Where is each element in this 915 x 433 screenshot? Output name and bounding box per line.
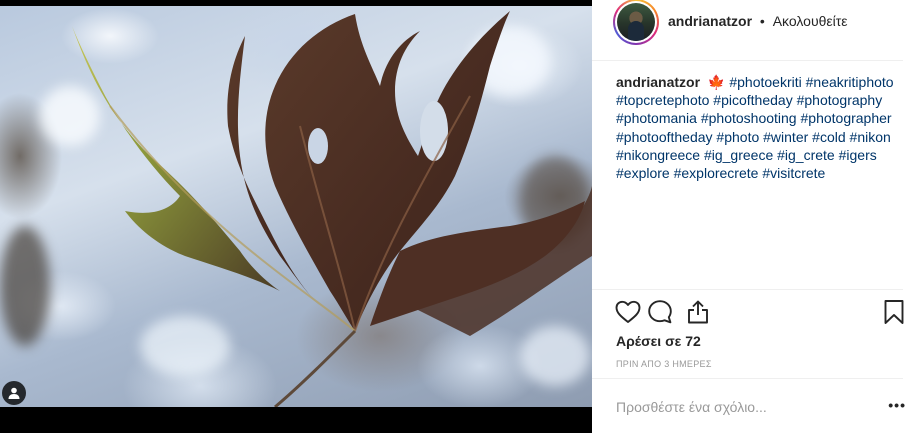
comment-icon bbox=[648, 300, 672, 324]
share-button[interactable] bbox=[684, 298, 712, 326]
comment-form: ••• bbox=[616, 392, 906, 422]
user-tag-button[interactable] bbox=[2, 381, 26, 405]
heart-icon bbox=[615, 300, 641, 323]
header-text: andrianatzor • Ακολουθείτε bbox=[668, 13, 848, 29]
post-photo[interactable] bbox=[0, 6, 592, 407]
hashtag-link[interactable]: #explorecrete bbox=[674, 165, 759, 181]
hashtag-link[interactable]: #photomania bbox=[616, 110, 697, 126]
comment-divider bbox=[592, 378, 903, 379]
avatar[interactable] bbox=[617, 3, 655, 41]
hashtag-link[interactable]: #photo bbox=[716, 129, 759, 145]
hashtag-list: #photoekriti #neakritiphoto #topcretepho… bbox=[616, 74, 894, 181]
share-icon bbox=[688, 300, 708, 324]
hashtag-link[interactable]: #ig_greece bbox=[704, 147, 773, 163]
post-photo-frame bbox=[0, 0, 592, 433]
hashtag-link[interactable]: #winter bbox=[763, 129, 808, 145]
hashtag-link[interactable]: #igers bbox=[839, 147, 877, 163]
hashtag-link[interactable]: #picoftheday bbox=[713, 92, 792, 108]
hashtag-link[interactable]: #explore bbox=[616, 165, 670, 181]
hashtag-link[interactable]: #photography bbox=[797, 92, 883, 108]
post-caption: andrianatzor 🍁 #photoekriti #neakritiphot… bbox=[616, 73, 908, 182]
hashtag-link[interactable]: #neakritiphoto bbox=[806, 74, 894, 90]
hashtag-link[interactable]: #nikongreece bbox=[616, 147, 700, 163]
likes-count-link[interactable]: Αρέσει σε 72 bbox=[616, 333, 701, 349]
hashtag-link[interactable]: #nikon bbox=[850, 129, 891, 145]
post-header: andrianatzor • Ακολουθείτε bbox=[592, 0, 915, 45]
save-button[interactable] bbox=[880, 298, 908, 326]
more-options-button[interactable]: ••• bbox=[888, 397, 906, 413]
like-button[interactable] bbox=[614, 298, 642, 326]
post-timestamp[interactable]: ΠΡΙΝ ΑΠΟ 3 ΗΜΕΡΕΣ bbox=[616, 359, 712, 369]
hashtag-link[interactable]: #photographer bbox=[801, 110, 892, 126]
post-side-panel: andrianatzor • Ακολουθείτε andrianatzor … bbox=[592, 0, 915, 433]
header-divider bbox=[592, 60, 903, 61]
hashtag-link[interactable]: #ig_crete bbox=[777, 147, 835, 163]
story-ring[interactable] bbox=[613, 0, 659, 45]
hashtag-link[interactable]: #topcretephoto bbox=[616, 92, 709, 108]
following-status-button[interactable]: Ακολουθείτε bbox=[773, 13, 848, 29]
caption-username-link[interactable]: andrianatzor bbox=[616, 74, 700, 90]
comment-button[interactable] bbox=[646, 298, 674, 326]
dot-separator: • bbox=[759, 13, 765, 29]
comment-input[interactable] bbox=[616, 399, 866, 415]
hashtag-link[interactable]: #visitcrete bbox=[762, 165, 825, 181]
hashtag-link[interactable]: #photoekriti bbox=[729, 74, 801, 90]
bookmark-icon bbox=[884, 300, 904, 324]
maple-leaf-emoji: 🍁 bbox=[707, 74, 726, 90]
hashtag-link[interactable]: #cold bbox=[812, 129, 845, 145]
hashtag-link[interactable]: #photooftheday bbox=[616, 129, 713, 145]
author-username-link[interactable]: andrianatzor bbox=[668, 13, 752, 29]
user-tag-icon bbox=[8, 387, 20, 399]
maple-leaf-image bbox=[72, 11, 592, 407]
actions-divider bbox=[592, 289, 903, 290]
action-bar bbox=[614, 298, 908, 326]
hashtag-link[interactable]: #photoshooting bbox=[701, 110, 797, 126]
